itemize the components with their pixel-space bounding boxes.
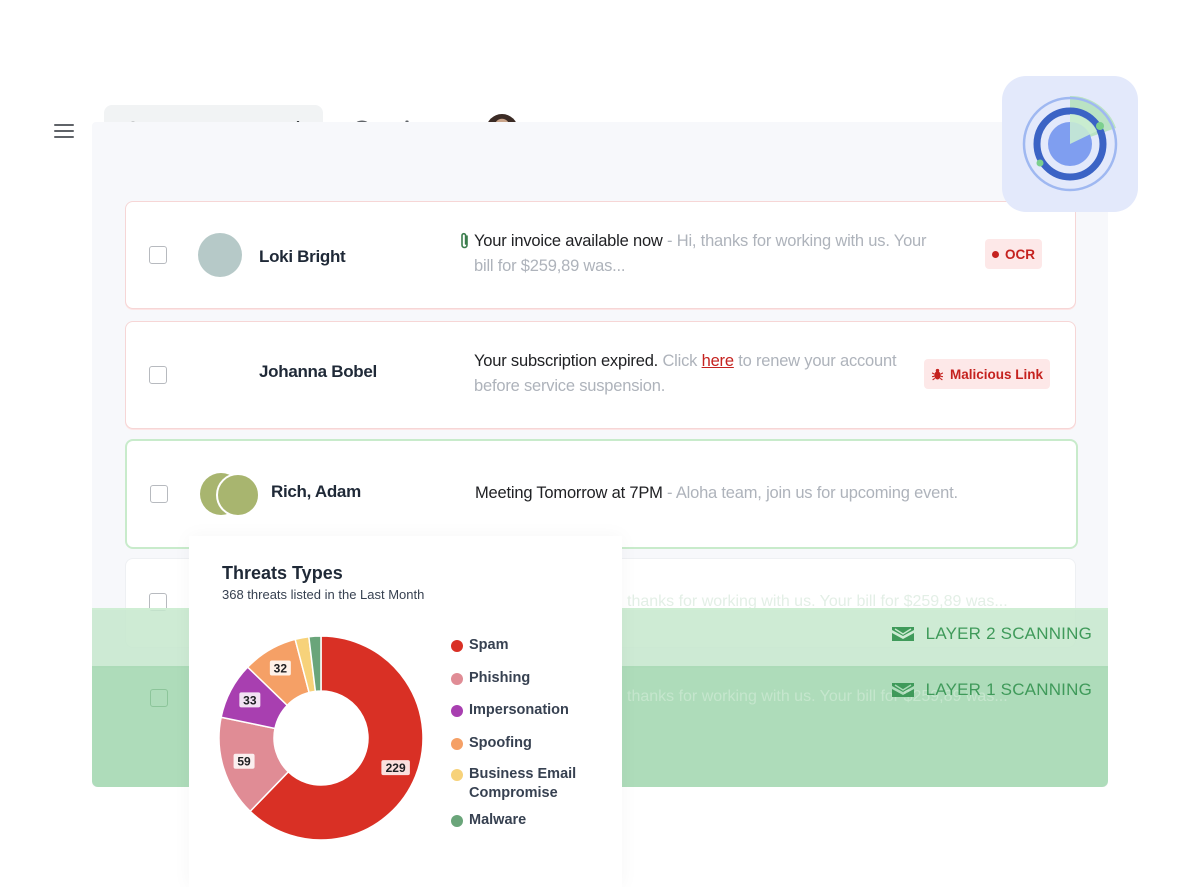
preview-text: Click bbox=[658, 352, 702, 370]
legend-label: Malware bbox=[469, 812, 527, 828]
badge-label: Malicious Link bbox=[950, 366, 1044, 382]
menu-icon-line bbox=[54, 136, 74, 138]
legend-swatch bbox=[451, 705, 463, 717]
legend-swatch bbox=[451, 640, 463, 652]
radar-icon bbox=[1020, 94, 1120, 194]
row-checkbox[interactable] bbox=[150, 485, 168, 503]
menu-icon-line bbox=[54, 130, 74, 132]
email-subject: Meeting Tomorrow at 7PM bbox=[475, 484, 663, 502]
security-app-icon[interactable] bbox=[1002, 76, 1138, 212]
legend-swatch bbox=[451, 738, 463, 750]
shield-mail-icon bbox=[891, 683, 914, 697]
layer-label-text: LAYER 2 SCANNING bbox=[925, 624, 1092, 643]
slice-data-label: 229 bbox=[381, 760, 410, 776]
layer-label-text: LAYER 1 SCANNING bbox=[925, 680, 1092, 699]
email-snippet: Meeting Tomorrow at 7PM - Aloha team, jo… bbox=[475, 481, 1035, 506]
badge-label: OCR bbox=[1005, 246, 1035, 262]
email-snippet: Your subscription expired. Click here to… bbox=[474, 349, 944, 399]
legend-item: Spoofing bbox=[451, 734, 532, 753]
email-snippet: Your invoice available now - Hi, thanks … bbox=[474, 229, 944, 279]
row-checkbox[interactable] bbox=[149, 366, 167, 384]
sender-avatar bbox=[198, 233, 242, 277]
bug-icon bbox=[931, 368, 944, 380]
sender-name: Loki Bright bbox=[259, 247, 346, 266]
legend-item: Spam bbox=[451, 636, 509, 655]
sender-name: Johanna Bobel bbox=[259, 362, 377, 381]
legend-swatch bbox=[451, 815, 463, 827]
email-preview: Aloha team, join us for upcoming event. bbox=[675, 484, 958, 502]
legend-swatch bbox=[451, 769, 463, 781]
sender-name: Rich, Adam bbox=[271, 482, 361, 501]
row-checkbox[interactable] bbox=[150, 689, 168, 707]
red-dot-icon bbox=[992, 250, 999, 258]
legend-label: Phishing bbox=[469, 670, 531, 686]
legend-label: Spam bbox=[469, 637, 509, 653]
main-menu-button[interactable] bbox=[54, 118, 80, 144]
svg-text:229: 229 bbox=[386, 761, 406, 775]
slice-data-label: 32 bbox=[269, 660, 291, 676]
legend-item: Phishing bbox=[451, 669, 530, 688]
row-checkbox[interactable] bbox=[149, 246, 167, 264]
layer-2-label: LAYER 2 SCANNING bbox=[890, 624, 1092, 644]
legend-label: Spoofing bbox=[469, 735, 532, 751]
email-row[interactable]: Rich, Adam Meeting Tomorrow at 7PM - Alo… bbox=[125, 439, 1078, 549]
chart-subtitle: 368 threats listed in the Last Month bbox=[222, 587, 425, 602]
email-subject: Your subscription expired. bbox=[474, 352, 659, 370]
slice-data-label: 33 bbox=[239, 692, 261, 708]
email-subject: Your invoice available now bbox=[474, 232, 663, 250]
attachment-icon bbox=[461, 232, 468, 249]
layer-1-label: LAYER 1 SCANNING bbox=[890, 680, 1092, 700]
legend-swatch bbox=[451, 673, 463, 685]
chart-title: Threats Types bbox=[222, 563, 343, 583]
slice-data-label: 59 bbox=[233, 753, 255, 769]
threats-donut-chart: 229 59 33 32 bbox=[218, 635, 424, 841]
svg-text:33: 33 bbox=[243, 693, 257, 707]
ocr-threat-badge: OCR bbox=[985, 239, 1042, 269]
malicious-link-badge: Malicious Link bbox=[924, 359, 1051, 389]
menu-icon-line bbox=[54, 124, 74, 126]
svg-text:59: 59 bbox=[237, 755, 251, 769]
sender-avatar bbox=[216, 473, 260, 517]
preview-separator: - bbox=[662, 484, 676, 502]
email-row[interactable]: Loki Bright Your invoice available now -… bbox=[125, 201, 1076, 309]
legend-label: Impersonation bbox=[469, 702, 569, 718]
malicious-link[interactable]: here bbox=[702, 352, 734, 370]
legend-item: Malware bbox=[451, 811, 526, 830]
legend-item: Impersonation bbox=[451, 701, 569, 720]
legend-item: Business Email Compromise bbox=[451, 765, 599, 803]
threats-chart-card: Threats Types 368 threats listed in the … bbox=[189, 536, 622, 887]
shield-mail-icon bbox=[891, 627, 914, 641]
preview-separator: - bbox=[662, 232, 677, 250]
legend-label: Business Email Compromise bbox=[469, 766, 577, 801]
email-row[interactable]: Johanna Bobel Your subscription expired.… bbox=[125, 321, 1076, 429]
svg-text:32: 32 bbox=[274, 662, 288, 676]
